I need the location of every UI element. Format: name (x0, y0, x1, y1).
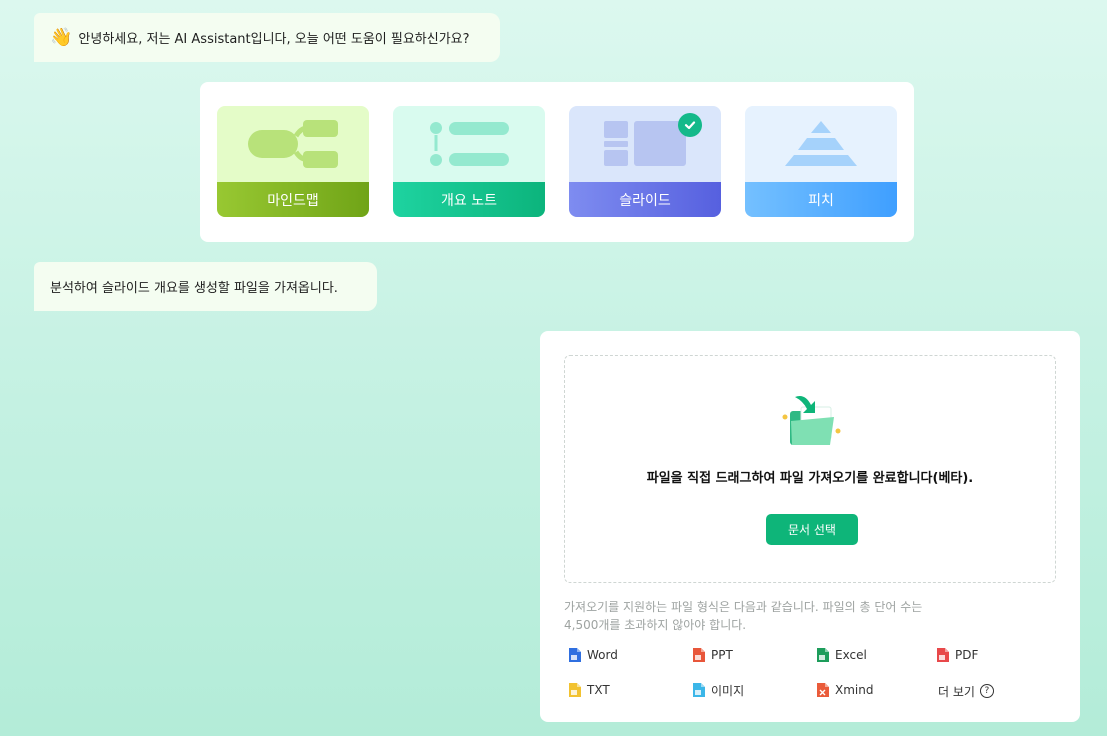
drop-instruction: 파일을 직접 드래그하여 파일 가져오기를 완료합니다(베타). (646, 471, 974, 486)
folder-import-icon (782, 396, 841, 445)
image-file-icon (693, 683, 705, 697)
help-circle-icon[interactable]: ? (979, 684, 994, 698)
outline-list-icon (430, 122, 509, 166)
mode-card-pitch[interactable]: 피치 (745, 106, 897, 217)
xmind-file-icon (817, 683, 829, 697)
supported-formats-line-1: 가져오기를 지원하는 파일 형식은 다음과 같습니다. 파일의 총 단어 수는 (564, 600, 923, 614)
format-pdf: PDF (936, 646, 978, 664)
format-ppt: PPT (692, 646, 733, 664)
greeting-bubble: 👋 안녕하세요, 저는 AI Assistant입니다, 오늘 어떤 도움이 필… (34, 13, 500, 62)
prompt-text: 분석하여 슬라이드 개요를 생성할 파일을 가져옵니다. (50, 281, 338, 296)
format-xmind: Xmind (816, 681, 873, 699)
mindmap-icon (248, 120, 338, 168)
mode-card-outline[interactable]: 개요 노트 (393, 106, 545, 217)
select-document-button[interactable]: 문서 선택 (766, 514, 858, 545)
mode-label-outline: 개요 노트 (393, 182, 545, 217)
file-import-panel: 파일을 직접 드래그하여 파일 가져오기를 완료합니다(베타). 문서 선택 가… (540, 331, 1080, 722)
more-formats-link[interactable]: 더 보기 ? (938, 682, 994, 700)
format-word: Word (568, 646, 618, 664)
mode-label-mindmap: 마인드맵 (217, 182, 369, 217)
ppt-file-icon (693, 648, 705, 662)
mode-card-slide[interactable]: 슬라이드 (569, 106, 721, 217)
pyramid-icon (785, 121, 857, 166)
excel-file-icon (817, 648, 829, 662)
format-image: 이미지 (692, 681, 744, 699)
format-excel: Excel (816, 646, 867, 664)
mode-selection-panel: 마인드맵 개요 노트 슬라이드 피치 (200, 82, 914, 242)
prompt-bubble: 분석하여 슬라이드 개요를 생성할 파일을 가져옵니다. (34, 262, 377, 311)
greeting-text: 안녕하세요, 저는 AI Assistant입니다, 오늘 어떤 도움이 필요하… (78, 32, 470, 47)
waving-hand-icon: 👋 (50, 27, 73, 48)
mode-label-slide: 슬라이드 (569, 182, 721, 217)
supported-formats-line-2: 4,500개를 초과하지 않아야 합니다. (564, 618, 747, 632)
file-dropzone[interactable]: 파일을 직접 드래그하여 파일 가져오기를 완료합니다(베타). 문서 선택 (564, 355, 1056, 583)
supported-formats-note: 가져오기를 지원하는 파일 형식은 다음과 같습니다. 파일의 총 단어 수는 … (564, 598, 984, 634)
mode-label-pitch: 피치 (745, 182, 897, 217)
mode-card-mindmap[interactable]: 마인드맵 (217, 106, 369, 217)
txt-file-icon (569, 683, 581, 697)
selected-check-icon (678, 113, 702, 137)
pdf-file-icon (937, 648, 949, 662)
word-file-icon (569, 648, 581, 662)
format-txt: TXT (568, 681, 610, 699)
more-formats-label: 더 보기 (938, 684, 975, 699)
